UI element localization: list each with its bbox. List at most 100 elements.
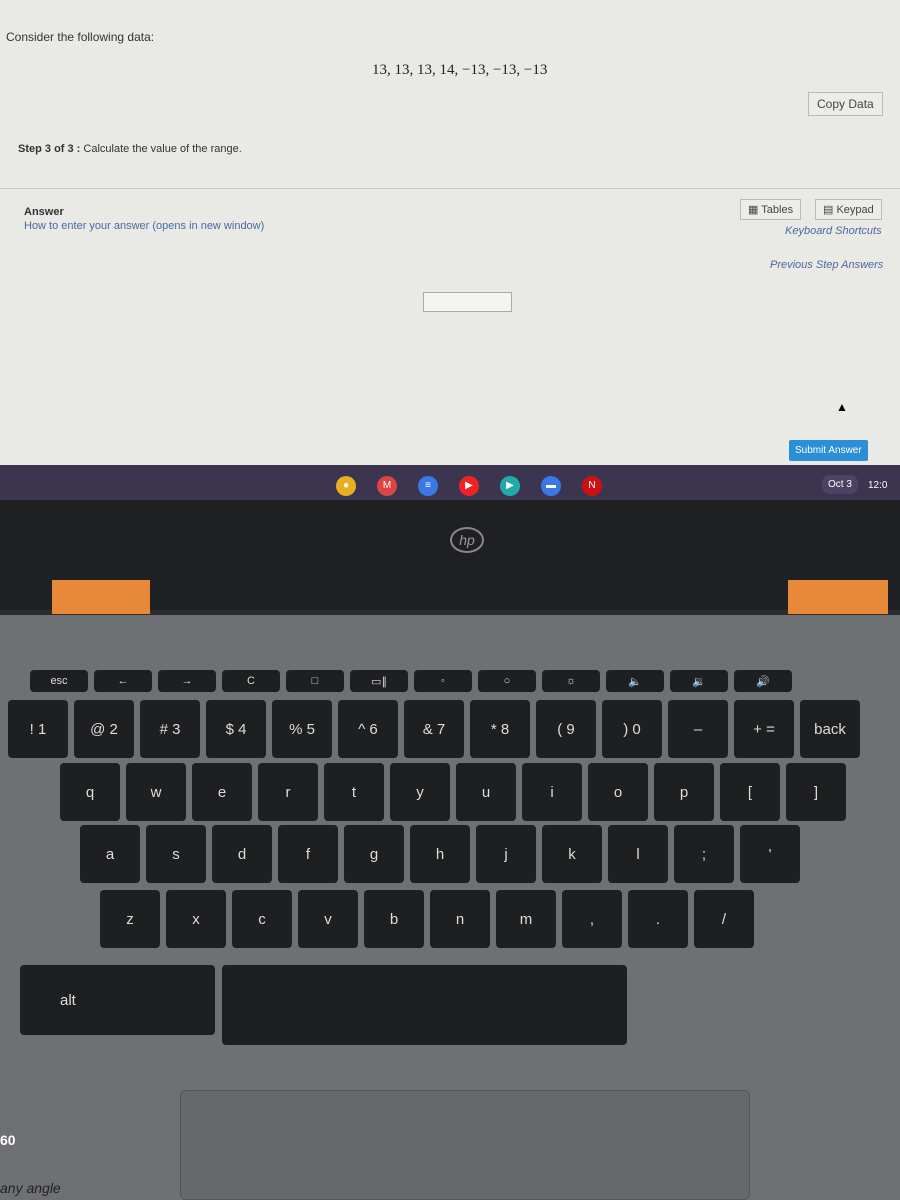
key-0[interactable]: z <box>100 890 160 948</box>
key-3[interactable]: r <box>258 763 318 821</box>
divider <box>0 188 900 189</box>
sticker-text: any angle <box>0 1180 61 1196</box>
key-1[interactable]: ← <box>94 670 152 692</box>
question-intro: Consider the following data: <box>6 30 155 44</box>
answer-heading: Answer <box>24 206 64 218</box>
key-8[interactable]: ☼ <box>542 670 600 692</box>
gmail-icon[interactable]: M <box>377 476 397 496</box>
play-store-icon[interactable]: ▶ <box>500 476 520 496</box>
key-9[interactable]: ) 0 <box>602 700 662 758</box>
tables-label: Tables <box>761 204 794 216</box>
shelf <box>0 465 900 505</box>
key-2[interactable]: d <box>212 825 272 883</box>
question-page: Consider the following data: 13, 13, 13,… <box>0 0 900 465</box>
alt-key[interactable]: alt <box>20 965 215 1035</box>
previous-step-answers-link[interactable]: Previous Step Answers <box>770 259 883 271</box>
key-6[interactable]: & 7 <box>404 700 464 758</box>
calculator-icon: ▤ <box>823 204 837 216</box>
key-8[interactable]: o <box>588 763 648 821</box>
key-2[interactable]: c <box>232 890 292 948</box>
key-7[interactable]: i <box>522 763 582 821</box>
step-label: Step 3 of 3 : <box>18 143 81 155</box>
key-11[interactable]: + = <box>734 700 794 758</box>
space-bar[interactable] <box>222 965 627 1045</box>
key-5[interactable]: ▭∥ <box>350 670 408 692</box>
how-to-enter-link[interactable]: How to enter your answer (opens in new w… <box>24 220 264 232</box>
key-6[interactable]: j <box>476 825 536 883</box>
key-5[interactable]: y <box>390 763 450 821</box>
step-text: Calculate the value of the range. <box>83 143 242 155</box>
hp-logo: hp <box>450 527 484 553</box>
key-11[interactable]: ] <box>786 763 846 821</box>
key-5[interactable]: h <box>410 825 470 883</box>
youtube-icon[interactable]: ▶ <box>459 476 479 496</box>
key-12[interactable]: back <box>800 700 860 758</box>
key-0[interactable]: ! 1 <box>8 700 68 758</box>
key-0[interactable]: a <box>80 825 140 883</box>
hinge-sticker-left <box>52 580 150 614</box>
key-4[interactable]: % 5 <box>272 700 332 758</box>
key-10[interactable]: – <box>668 700 728 758</box>
messages-icon[interactable]: ▬ <box>541 476 561 496</box>
key-9[interactable]: 🔈 <box>606 670 664 692</box>
keypad-button[interactable]: ▤ Keypad <box>815 199 882 220</box>
key-3[interactable]: f <box>278 825 338 883</box>
key-5[interactable]: ^ 6 <box>338 700 398 758</box>
key-1[interactable]: w <box>126 763 186 821</box>
key-3[interactable]: C <box>222 670 280 692</box>
tables-button[interactable]: ▦ Tables <box>740 199 802 220</box>
time-display[interactable]: 12:0 <box>868 480 887 491</box>
keypad-label: Keypad <box>836 204 874 216</box>
bottom-row: z x c v b n m,. / <box>100 890 754 948</box>
key-10[interactable]: 🔉 <box>670 670 728 692</box>
key-10[interactable]: [ <box>720 763 780 821</box>
submit-answer-button[interactable]: Submit Answer <box>789 440 868 461</box>
home-row: a s d f g h j k l; ' <box>80 825 800 883</box>
docs-icon[interactable]: ≡ <box>418 476 438 496</box>
laptop-screen: Consider the following data: 13, 13, 13,… <box>0 0 900 505</box>
key-4[interactable]: b <box>364 890 424 948</box>
key-3[interactable]: $ 4 <box>206 700 266 758</box>
key-4[interactable]: g <box>344 825 404 883</box>
key-1[interactable]: x <box>166 890 226 948</box>
copy-data-button[interactable]: Copy Data <box>808 92 883 116</box>
key-9[interactable]: ; <box>674 825 734 883</box>
touchpad[interactable] <box>180 1090 750 1200</box>
key-8[interactable]: . <box>628 890 688 948</box>
netflix-icon[interactable]: N <box>582 476 602 496</box>
date-display[interactable]: Oct 3 <box>822 475 858 494</box>
key-11[interactable]: 🔊 <box>734 670 792 692</box>
key-1[interactable]: s <box>146 825 206 883</box>
step-instruction: Step 3 of 3 : Calculate the value of the… <box>18 143 242 155</box>
key-3[interactable]: v <box>298 890 358 948</box>
key-9[interactable]: / <box>694 890 754 948</box>
key-4[interactable]: t <box>324 763 384 821</box>
key-6[interactable]: u <box>456 763 516 821</box>
function-row: esc ← → C □ ▭∥ ◦ ○ ☼ 🔈 🔉 🔊 <box>30 670 792 692</box>
key-6[interactable]: m <box>496 890 556 948</box>
top-row: q w e r t y u i o p[] <box>60 763 846 821</box>
key-0[interactable]: esc <box>30 670 88 692</box>
key-2[interactable]: e <box>192 763 252 821</box>
key-7[interactable]: * 8 <box>470 700 530 758</box>
key-7[interactable]: k <box>542 825 602 883</box>
key-1[interactable]: @ 2 <box>74 700 134 758</box>
key-9[interactable]: p <box>654 763 714 821</box>
answer-input[interactable] <box>423 292 512 312</box>
sticker-number: 60 <box>0 1132 16 1148</box>
key-8[interactable]: l <box>608 825 668 883</box>
key-2[interactable]: # 3 <box>140 700 200 758</box>
key-7[interactable]: ○ <box>478 670 536 692</box>
key-5[interactable]: n <box>430 890 490 948</box>
key-6[interactable]: ◦ <box>414 670 472 692</box>
chrome-icon[interactable]: ● <box>336 476 356 496</box>
table-icon: ▦ <box>748 204 762 216</box>
key-8[interactable]: ( 9 <box>536 700 596 758</box>
key-4[interactable]: □ <box>286 670 344 692</box>
key-0[interactable]: q <box>60 763 120 821</box>
key-2[interactable]: → <box>158 670 216 692</box>
key-10[interactable]: ' <box>740 825 800 883</box>
dataset-values: 13, 13, 13, 14, −13, −13, −13 <box>372 62 548 78</box>
key-7[interactable]: , <box>562 890 622 948</box>
keyboard-shortcuts-link[interactable]: Keyboard Shortcuts <box>785 225 882 237</box>
